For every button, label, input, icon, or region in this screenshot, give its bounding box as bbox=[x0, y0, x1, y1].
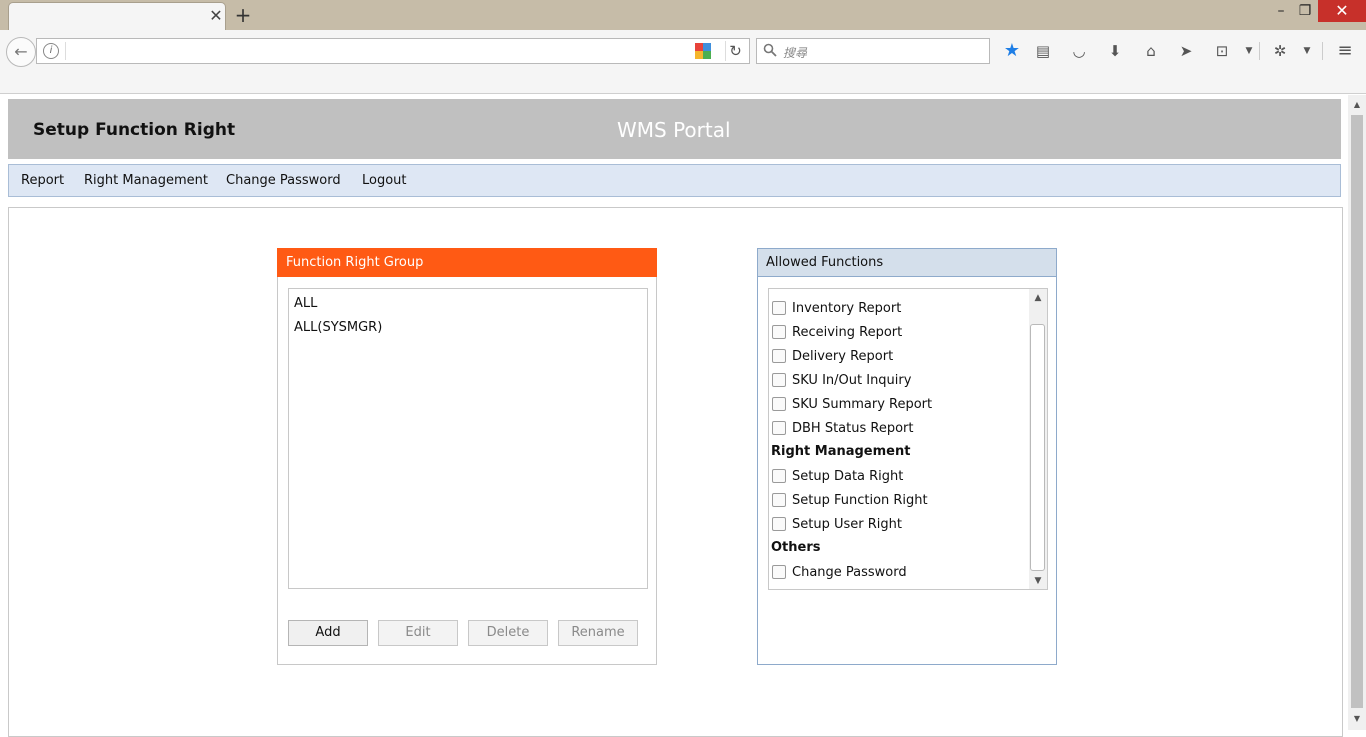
function-row-receiving-report: Receiving Report bbox=[772, 324, 1027, 344]
group-list[interactable]: ALL ALL(SYSMGR) bbox=[288, 288, 648, 589]
portal-title: WMS Portal bbox=[617, 118, 731, 142]
function-row-delivery-report: Delivery Report bbox=[772, 348, 1027, 368]
close-window-icon[interactable]: ✕ bbox=[1318, 0, 1366, 22]
page-title: Setup Function Right bbox=[33, 120, 236, 140]
star-icon[interactable]: ★ bbox=[1001, 40, 1023, 62]
checkbox[interactable] bbox=[772, 325, 786, 339]
browser-tab-bar: ✕ + – ❐ ✕ bbox=[0, 0, 1366, 32]
crop-dropdown-icon[interactable]: ▼ bbox=[1243, 40, 1255, 62]
info-icon[interactable]: i bbox=[43, 43, 59, 59]
function-label: SKU Summary Report bbox=[792, 397, 933, 412]
page-header: Setup Function Right WMS Portal bbox=[8, 99, 1341, 159]
checkbox[interactable] bbox=[772, 565, 786, 579]
function-label: Setup Data Right bbox=[792, 469, 904, 484]
reload-icon[interactable]: ↻ bbox=[725, 41, 745, 61]
function-label: Change Password bbox=[792, 565, 907, 580]
function-label: Inventory Report bbox=[792, 301, 902, 316]
pocket-icon[interactable]: ◡ bbox=[1068, 40, 1090, 62]
home-icon[interactable]: ⌂ bbox=[1140, 40, 1162, 62]
send-icon[interactable]: ➤ bbox=[1175, 40, 1197, 62]
download-icon[interactable]: ⬇ bbox=[1104, 40, 1126, 62]
checkbox[interactable] bbox=[772, 517, 786, 531]
toolbar-divider bbox=[1259, 42, 1260, 60]
list-item[interactable]: ALL(SYSMGR) bbox=[294, 320, 382, 335]
browser-nav-bar: ← i ↻ 搜尋 ★ ▤ ◡ ⬇ ⌂ ➤ ⊡ ▼ ✲ ▼ ≡ bbox=[0, 30, 1366, 94]
main-menu: Report Right Management Change Password … bbox=[8, 164, 1341, 197]
scroll-down-icon[interactable]: ▼ bbox=[1352, 714, 1362, 724]
edit-button[interactable]: Edit bbox=[378, 620, 458, 646]
menu-item-change-password[interactable]: Change Password bbox=[226, 173, 341, 188]
function-row-dbh-status-report: DBH Status Report bbox=[772, 420, 1027, 440]
function-right-group-panel: Function Right Group ALL ALL(SYSMGR) Add… bbox=[277, 248, 657, 665]
function-row-setup-data-right: Setup Data Right bbox=[772, 468, 1027, 488]
functions-panel-header: Allowed Functions bbox=[757, 248, 1057, 277]
function-label: Receiving Report bbox=[792, 325, 903, 340]
function-label: Setup Function Right bbox=[792, 493, 928, 508]
function-group-heading: Others bbox=[771, 540, 821, 555]
function-row-sku-inout-inquiry: SKU In/Out Inquiry bbox=[772, 372, 1027, 392]
checkbox[interactable] bbox=[772, 469, 786, 483]
web-page: Setup Function Right WMS Portal Report R… bbox=[0, 95, 1348, 737]
scroll-up-icon[interactable]: ▲ bbox=[1352, 100, 1362, 110]
search-placeholder: 搜尋 bbox=[783, 46, 808, 60]
addon-icon[interactable]: ✲ bbox=[1269, 40, 1291, 62]
crop-icon[interactable]: ⊡ bbox=[1211, 40, 1233, 62]
addon-dropdown-icon[interactable]: ▼ bbox=[1301, 40, 1313, 62]
allowed-functions-panel: Allowed Functions Inventory Report Recei… bbox=[757, 248, 1057, 665]
menu-icon[interactable]: ≡ bbox=[1334, 40, 1356, 62]
functions-scrollbar[interactable]: ▲ ▼ bbox=[1029, 289, 1047, 589]
reading-list-icon[interactable]: ▤ bbox=[1032, 40, 1054, 62]
avg-shield-icon[interactable] bbox=[695, 43, 711, 59]
content-area: Function Right Group ALL ALL(SYSMGR) Add… bbox=[8, 207, 1343, 737]
add-button[interactable]: Add bbox=[288, 620, 368, 646]
delete-button[interactable]: Delete bbox=[468, 620, 548, 646]
function-row-setup-user-right: Setup User Right bbox=[772, 516, 1027, 536]
functions-list[interactable]: Inventory Report Receiving Report Delive… bbox=[768, 288, 1048, 590]
scroll-down-icon[interactable]: ▼ bbox=[1033, 576, 1043, 586]
function-group-heading: Right Management bbox=[771, 444, 911, 459]
function-label: Setup User Right bbox=[792, 517, 902, 532]
browser-tab[interactable]: ✕ bbox=[8, 2, 226, 32]
menu-item-right-management[interactable]: Right Management bbox=[84, 173, 208, 188]
page-scrollbar[interactable]: ▲ ▼ bbox=[1348, 95, 1366, 730]
minimize-window-icon[interactable]: – bbox=[1268, 0, 1294, 22]
url-divider bbox=[65, 42, 66, 60]
checkbox[interactable] bbox=[772, 397, 786, 411]
rename-button[interactable]: Rename bbox=[558, 620, 638, 646]
function-row-setup-function-right: Setup Function Right bbox=[772, 492, 1027, 512]
checkbox[interactable] bbox=[772, 421, 786, 435]
close-tab-icon[interactable]: ✕ bbox=[209, 8, 223, 24]
function-row-inventory-report: Inventory Report bbox=[772, 300, 1027, 320]
list-item[interactable]: ALL bbox=[294, 296, 317, 311]
function-label: DBH Status Report bbox=[792, 421, 914, 436]
new-tab-plus-icon[interactable]: + bbox=[234, 4, 252, 26]
function-label: SKU In/Out Inquiry bbox=[792, 373, 912, 388]
function-row-sku-summary-report: SKU Summary Report bbox=[772, 396, 1027, 416]
search-bar[interactable]: 搜尋 bbox=[756, 38, 990, 64]
back-arrow-icon[interactable]: ← bbox=[6, 37, 36, 67]
toolbar-divider bbox=[1322, 42, 1323, 60]
restore-window-icon[interactable]: ❐ bbox=[1292, 0, 1318, 22]
checkbox[interactable] bbox=[772, 373, 786, 387]
menu-item-report[interactable]: Report bbox=[21, 173, 64, 188]
function-row-change-password: Change Password bbox=[772, 564, 1027, 584]
checkbox[interactable] bbox=[772, 493, 786, 507]
menu-item-logout[interactable]: Logout bbox=[362, 173, 407, 188]
scroll-thumb[interactable] bbox=[1030, 324, 1045, 571]
checkbox[interactable] bbox=[772, 301, 786, 315]
search-icon bbox=[763, 43, 777, 57]
checkbox[interactable] bbox=[772, 349, 786, 363]
url-bar[interactable]: i ↻ bbox=[36, 38, 750, 64]
group-panel-header: Function Right Group bbox=[277, 248, 657, 277]
function-label: Delivery Report bbox=[792, 349, 894, 364]
page-scroll-thumb[interactable] bbox=[1351, 115, 1363, 708]
scroll-up-icon[interactable]: ▲ bbox=[1033, 293, 1043, 303]
